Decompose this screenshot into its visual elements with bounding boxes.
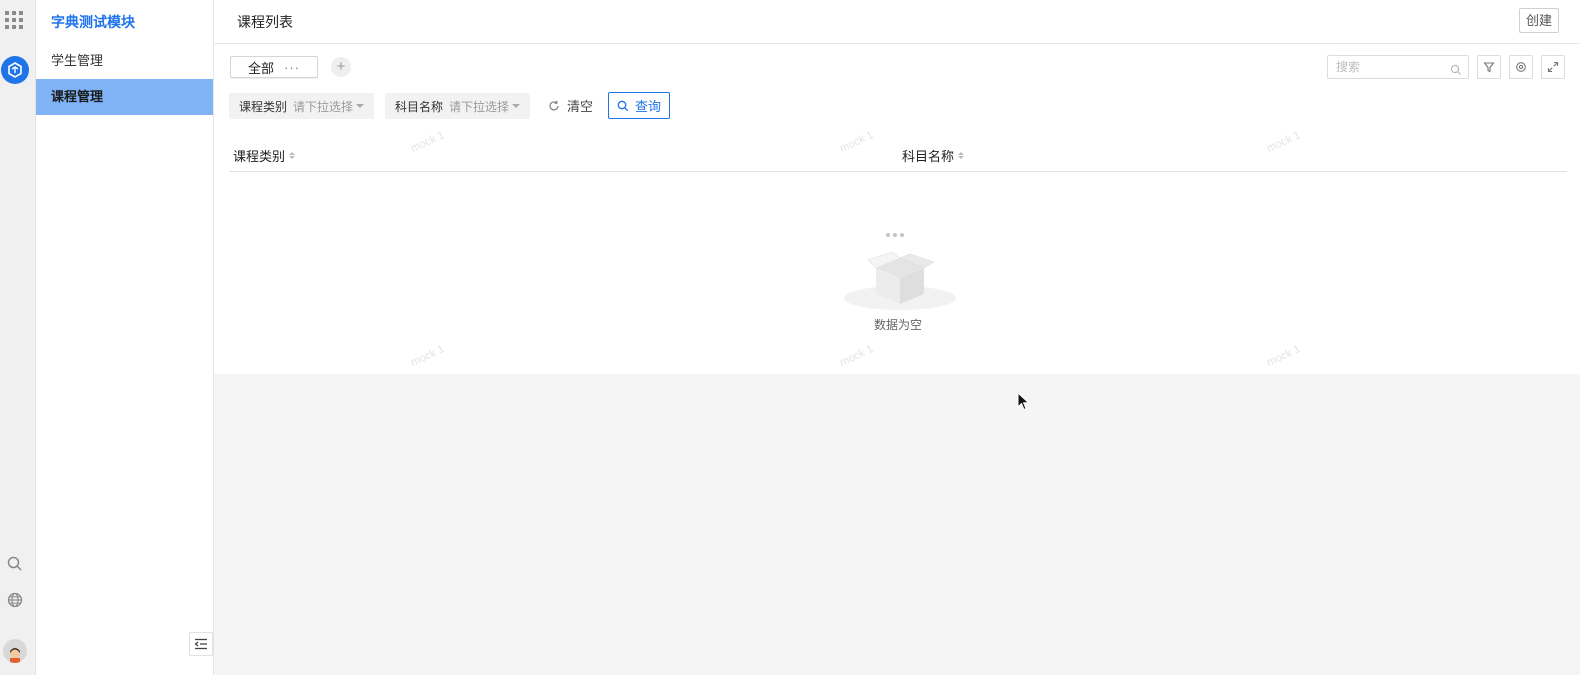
empty-dots-icon	[886, 233, 904, 237]
search-icon[interactable]	[6, 555, 24, 573]
sort-icon[interactable]	[289, 152, 296, 159]
sidebar-item-courses[interactable]: 课程管理	[36, 79, 213, 115]
empty-state-text: 数据为空	[873, 318, 922, 332]
avatar[interactable]	[3, 639, 27, 663]
view-tab-all[interactable]: 全部 ···	[230, 56, 318, 78]
more-icon[interactable]: ···	[284, 60, 300, 75]
clear-button[interactable]: 清空	[548, 96, 593, 115]
content-panel: 全部 ··· + 搜索 课程类别 请下拉选择 科目名称 请下拉选择 清空 查询 …	[214, 44, 1580, 374]
app-rail	[0, 0, 36, 675]
chevron-down-icon	[356, 104, 365, 108]
refresh-icon	[549, 100, 559, 110]
search-placeholder: 搜索	[1336, 60, 1361, 74]
chevron-down-icon	[512, 104, 521, 108]
mouse-cursor-icon	[1017, 392, 1030, 411]
sort-icon[interactable]	[958, 152, 965, 159]
app-root: 字典测试模块 学生管理 课程管理 课程列表 创建 全部 ··· + 搜索 课程类…	[0, 0, 1580, 675]
query-button[interactable]: 查询	[608, 92, 670, 119]
create-button[interactable]: 创建	[1519, 8, 1559, 33]
watermark: mock 1	[409, 343, 447, 369]
view-tab-label: 全部	[247, 60, 274, 76]
filter-course-category[interactable]: 课程类别 请下拉选择	[229, 93, 375, 119]
search-input[interactable]: 搜索	[1327, 55, 1469, 79]
settings-icon[interactable]	[1509, 55, 1533, 79]
column-header-subject-name[interactable]: 科目名称	[902, 146, 965, 165]
filter-placeholder: 请下拉选择	[293, 99, 354, 114]
search-icon	[1450, 61, 1462, 83]
column-header-course-category[interactable]: 课程类别	[233, 146, 296, 165]
query-label: 查询	[634, 99, 661, 114]
filter-icon[interactable]	[1477, 55, 1501, 79]
table-header: 课程类别 科目名称	[229, 140, 1567, 172]
empty-box-icon	[844, 251, 956, 310]
sidebar-item-students[interactable]: 学生管理	[36, 43, 213, 79]
filter-placeholder: 请下拉选择	[449, 99, 510, 114]
module-title: 字典测试模块	[51, 14, 135, 30]
app-grid-icon[interactable]	[5, 11, 23, 29]
watermark: mock 1	[838, 343, 876, 369]
clear-label: 清空	[567, 99, 594, 114]
app-logo-icon[interactable]	[1, 56, 29, 84]
add-view-button[interactable]: +	[331, 57, 351, 77]
fullscreen-icon[interactable]	[1541, 55, 1565, 79]
filter-label: 课程类别	[239, 99, 288, 114]
globe-icon[interactable]	[6, 591, 24, 609]
sidebar: 字典测试模块 学生管理 课程管理	[36, 0, 214, 675]
filter-subject-name[interactable]: 科目名称 请下拉选择	[385, 93, 531, 119]
search-icon	[617, 100, 629, 111]
collapse-sidebar-icon[interactable]	[189, 632, 213, 656]
watermark: mock 1	[1265, 343, 1303, 369]
page-header: 课程列表 创建	[214, 0, 1580, 44]
page-title: 课程列表	[237, 14, 293, 30]
filter-label: 科目名称	[395, 99, 444, 114]
